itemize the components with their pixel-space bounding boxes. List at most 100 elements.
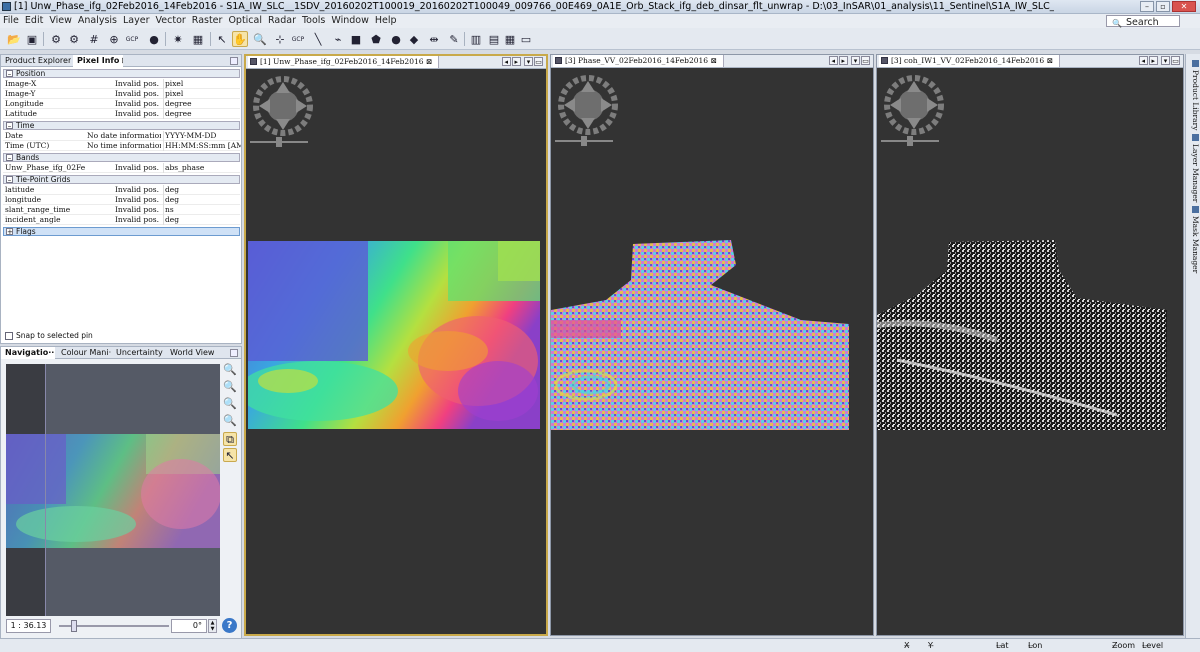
collapse-icon[interactable]: – [6, 70, 13, 78]
image-view-phase[interactable]: [3] Phase_VV_02Feb2016_14Feb2016 ⊠ ◂ ▸ ▾ ▭ [550, 54, 874, 636]
section-bands[interactable]: – Bands [3, 153, 240, 162]
zoom-slider[interactable] [59, 620, 169, 632]
navigation-overview[interactable] [6, 364, 220, 616]
view-window-controls[interactable]: ◂ ▸ ▾ ▭ [501, 57, 543, 67]
close-icon[interactable]: ⊠ [710, 56, 716, 65]
layer-manager-tab[interactable]: Layer Manager [1188, 134, 1200, 202]
pan-tool-icon[interactable]: ✋ [232, 31, 248, 47]
save-product-icon[interactable]: ▣ [24, 31, 40, 47]
collapse-icon[interactable]: – [6, 122, 13, 130]
menu-tools[interactable]: Tools [299, 14, 328, 28]
collapse-icon[interactable]: – [6, 154, 13, 162]
gcp-tool-icon[interactable]: GCP [124, 31, 140, 47]
tile-grid-icon[interactable]: ▦ [502, 31, 518, 47]
expand-icon[interactable]: + [6, 228, 13, 236]
minimize-panel-button[interactable] [230, 349, 238, 357]
zoom-in-icon[interactable]: 🔍 [223, 363, 237, 377]
menu-layer[interactable]: Layer [120, 14, 153, 28]
menu-analysis[interactable]: Analysis [75, 14, 120, 28]
slider-handle[interactable] [71, 620, 77, 632]
menu-raster[interactable]: Raster [189, 14, 226, 28]
tab-product-explorer[interactable]: Product Explorer [1, 55, 71, 67]
menu-help[interactable]: Help [372, 14, 400, 28]
tab-world-view[interactable]: World View [166, 347, 214, 359]
batch-processing-icon[interactable]: ⚙ [66, 31, 82, 47]
view-tab-label[interactable]: [1] Unw_Phase_ifg_02Feb2016_14Feb2016 ⊠ [248, 56, 440, 68]
minimize-button[interactable]: – [1140, 1, 1154, 12]
polyline-tool-icon[interactable]: ⌁ [330, 31, 346, 47]
search-input[interactable]: 🔍Search (Ctrl+I) [1106, 15, 1180, 42]
product-library-tab[interactable]: Product Library [1188, 60, 1200, 130]
collapse-icon[interactable]: – [6, 176, 13, 184]
zoom-bar[interactable] [250, 137, 310, 147]
gcp-placing-icon[interactable]: GCP [290, 31, 306, 47]
zoom-tool-icon[interactable]: 🔍 [252, 31, 268, 47]
ellipse-tool-icon[interactable]: ● [388, 31, 404, 47]
zoom-bar[interactable] [881, 136, 941, 146]
close-icon[interactable]: ⊠ [426, 57, 432, 66]
polygon-tool-icon[interactable]: ⬟ [368, 31, 384, 47]
mask-manager-tab[interactable]: Mask Manager [1188, 206, 1200, 273]
rotation-angle-field[interactable]: 0° [171, 619, 207, 633]
view-tab-label[interactable]: [3] Phase_VV_02Feb2016_14Feb2016 ⊠ [553, 55, 724, 67]
open-product-icon[interactable]: 📂 [6, 31, 22, 47]
sync-cursor-icon[interactable]: ↖ [223, 448, 237, 462]
menu-view[interactable]: View [46, 14, 75, 28]
angle-spinner[interactable]: ▲ ▼ [208, 619, 217, 633]
rectangle-tool-icon[interactable]: ■ [348, 31, 364, 47]
image-canvas[interactable] [551, 68, 873, 635]
tile-horizontal-icon[interactable]: ▥ [468, 31, 484, 47]
maximize-button[interactable]: ▫ [1156, 1, 1170, 12]
tab-colour-manipulation[interactable]: Colour Mani··· [57, 347, 111, 359]
help-icon[interactable]: ? [222, 618, 237, 633]
scale-field[interactable]: 1 : 36.13 [6, 619, 51, 633]
tile-vertical-icon[interactable]: ▤ [486, 31, 502, 47]
sparkle-icon[interactable]: ✷ [170, 31, 186, 47]
menu-vector[interactable]: Vector [153, 14, 189, 28]
pan-rotation-wheel-icon[interactable] [557, 74, 619, 136]
zoom-pixel-icon[interactable]: 🔍 [223, 397, 237, 411]
line-tool-icon[interactable]: ╲ [310, 31, 326, 47]
zoom-all-icon[interactable]: 🔍 [223, 414, 237, 428]
tab-navigation[interactable]: Navigatio··· [1, 347, 55, 359]
image-canvas[interactable] [877, 68, 1183, 635]
view-window-controls[interactable]: ◂ ▸ ▾ ▭ [1138, 56, 1180, 66]
image-canvas[interactable] [246, 69, 546, 634]
graph-builder-icon[interactable]: ⚙ [48, 31, 64, 47]
sync-views-icon[interactable]: ⧉ [223, 432, 237, 446]
close-icon[interactable]: ⊠ [121, 56, 123, 65]
globe-icon[interactable]: ● [146, 31, 162, 47]
tile-evenly-icon[interactable]: ▭ [518, 31, 534, 47]
pin-tool-icon[interactable]: ⊹ [272, 31, 288, 47]
view-tab-label[interactable]: [3] coh_IW1_VV_02Feb2016_14Feb2016 ⊠ [879, 55, 1060, 67]
tab-pixel-info[interactable]: Pixel Info⊠ [73, 55, 123, 67]
section-flags[interactable]: + Flags [3, 227, 240, 236]
view-window-controls[interactable]: ◂ ▸ ▾ ▭ [828, 56, 870, 66]
close-icon[interactable]: ⊠ [1047, 56, 1053, 65]
section-time[interactable]: – Time [3, 121, 240, 130]
menu-edit[interactable]: Edit [22, 14, 46, 28]
stack-icon[interactable]: ▦ [190, 31, 206, 47]
pan-rotation-wheel-icon[interactable] [252, 75, 314, 137]
minimize-panel-button[interactable] [230, 57, 238, 65]
range-finder-icon[interactable]: ⇹ [426, 31, 442, 47]
grid-icon[interactable]: # [86, 31, 102, 47]
crosshair-icon[interactable]: ⊕ [106, 31, 122, 47]
draw-icon[interactable]: ✎ [446, 31, 462, 47]
image-view-unw-phase[interactable]: [1] Unw_Phase_ifg_02Feb2016_14Feb2016 ⊠ … [244, 54, 548, 636]
menu-radar[interactable]: Radar [265, 14, 299, 28]
close-button[interactable]: ✕ [1172, 1, 1196, 12]
zoom-bar[interactable] [555, 136, 615, 146]
snap-to-pin-checkbox[interactable]: Snap to selected pin [5, 331, 93, 341]
pan-rotation-wheel-icon[interactable] [883, 74, 945, 136]
image-view-coherence[interactable]: [3] coh_IW1_VV_02Feb2016_14Feb2016 ⊠ ◂ ▸ … [876, 54, 1184, 636]
section-position[interactable]: – Position [3, 69, 240, 78]
menu-window[interactable]: Window [328, 14, 371, 28]
section-tie-point-grids[interactable]: – Tie-Point Grids [3, 175, 240, 184]
zoom-out-icon[interactable]: 🔍 [223, 380, 237, 394]
menu-file[interactable]: File [0, 14, 22, 28]
tab-uncertainty[interactable]: Uncertainty ··· [112, 347, 166, 359]
select-tool-icon[interactable]: ↖ [214, 31, 230, 47]
menu-optical[interactable]: Optical [225, 14, 265, 28]
magic-wand-icon[interactable]: ◆ [406, 31, 422, 47]
